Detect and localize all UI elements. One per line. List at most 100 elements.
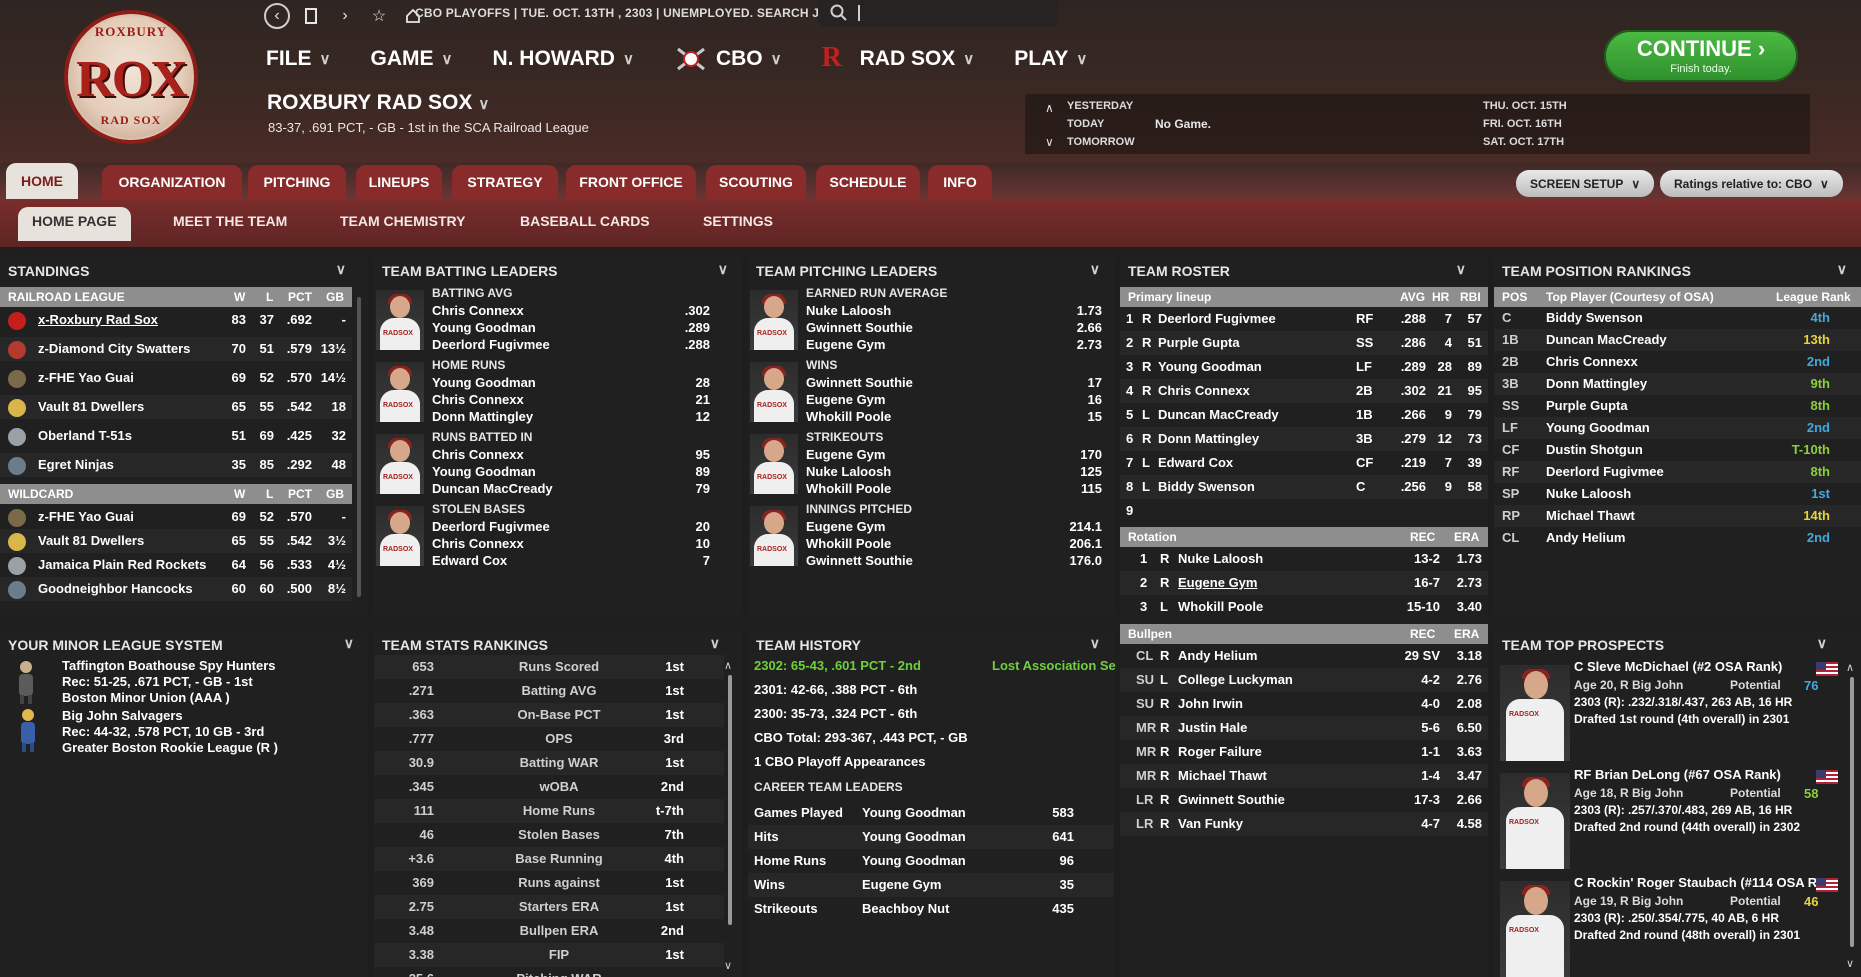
prospect-name[interactable]: RF Brian DeLong (#67 OSA Rank)	[1574, 767, 1781, 782]
tab-info[interactable]: INFO	[928, 165, 992, 199]
stat-row[interactable]: 2.75 Starters ERA 1st	[374, 895, 724, 919]
scroll-up-icon[interactable]: ∧	[1846, 661, 1854, 674]
career-row[interactable]: Games Played Young Goodman 583	[748, 801, 1114, 825]
position-row[interactable]: RP Michael Thawt 14th	[1494, 505, 1861, 527]
stat-row[interactable]: 3.38 FIP 1st	[374, 943, 724, 967]
rotation-row[interactable]: 2 R Eugene Gym 16-7 2.73	[1120, 571, 1488, 595]
standings-row[interactable]: Goodneighbor Hancocks 60 60 .500 8½	[0, 577, 352, 601]
back-icon[interactable]: ‹	[264, 3, 290, 29]
continue-button[interactable]: CONTINUE › Finish today.	[1604, 30, 1798, 82]
history-line[interactable]: 2301: 42-66, .388 PCT - 6th	[754, 682, 917, 697]
leader-name[interactable]: Whokill Poole	[806, 409, 891, 424]
standings-row[interactable]: Vault 81 Dwellers 65 55 .542 3½	[0, 529, 352, 553]
rotation-row[interactable]: 3 L Whokill Poole 15-10 3.40	[1120, 595, 1488, 619]
top-player[interactable]: Chris Connexx	[1546, 354, 1638, 369]
leader-name[interactable]: Chris Connexx	[432, 303, 524, 318]
leader-name[interactable]: Young Goodman	[432, 375, 536, 390]
position-row[interactable]: C Biddy Swenson 4th	[1494, 307, 1861, 329]
tab-pitching[interactable]: PITCHING	[248, 165, 346, 199]
player-name[interactable]: Roger Failure	[1178, 744, 1262, 759]
menu-manager[interactable]: N. HOWARD ∨	[492, 47, 633, 71]
lineup-row[interactable]: 9	[1120, 499, 1488, 523]
position-row[interactable]: 3B Donn Mattingley 9th	[1494, 373, 1861, 395]
player-name[interactable]: Donn Mattingley	[1158, 431, 1259, 446]
chevron-down-icon[interactable]: ∨	[1045, 135, 1054, 149]
bullpen-row[interactable]: SU R John Irwin 4-0 2.08	[1120, 692, 1488, 716]
leader-name[interactable]: Gwinnett Southie	[806, 553, 913, 568]
scrollbar[interactable]	[1850, 677, 1854, 947]
position-row[interactable]: CF Dustin Shotgun T-10th	[1494, 439, 1861, 461]
position-row[interactable]: 1B Duncan MacCready 13th	[1494, 329, 1861, 351]
breadcrumb[interactable]: CBO PLAYOFFS | TUE. OCT. 13TH , 2303 | U…	[415, 6, 856, 20]
menu-team[interactable]: R RAD SOX ∨	[822, 44, 975, 74]
leader-name[interactable]: Young Goodman	[432, 320, 536, 335]
subtab-meet-the-team[interactable]: MEET THE TEAM	[173, 213, 287, 229]
team-logo[interactable]: ROXBURY ROX RAD SOX	[64, 10, 198, 144]
leader-category[interactable]: STOLEN BASES Deerlord Fugivmee 20 Chris Con…	[374, 500, 742, 570]
lineup-row[interactable]: 7 L Edward Cox CF .219 7 39	[1120, 451, 1488, 475]
stat-row[interactable]: .777 OPS 3rd	[374, 727, 724, 751]
leader-category[interactable]: RUNS BATTED IN Chris Connexx 95 Young Goodm…	[374, 428, 742, 498]
subtab-home-page[interactable]: HOME PAGE	[18, 207, 131, 241]
prospect-name[interactable]: C Rockin' Roger Staubach (#114 OSA R	[1574, 875, 1817, 890]
career-row[interactable]: Hits Young Goodman 641	[748, 825, 1114, 849]
subtab-baseball-cards[interactable]: BASEBALL CARDS	[520, 213, 650, 229]
standings-row[interactable]: Vault 81 Dwellers 65 55 .542 18	[0, 395, 352, 419]
player-name[interactable]: John Irwin	[1178, 696, 1243, 711]
chevron-down-icon[interactable]: ∨	[1837, 261, 1847, 278]
career-row[interactable]: Home Runs Young Goodman 96	[748, 849, 1114, 873]
forward-icon[interactable]: ›	[332, 3, 358, 29]
player-name[interactable]: Biddy Swenson	[1158, 479, 1255, 494]
leader-name[interactable]: Eugene Gym	[806, 337, 885, 352]
chevron-down-icon[interactable]: ∨	[1090, 635, 1100, 652]
history-line[interactable]: 2300: 35-73, .324 PCT - 6th	[754, 706, 917, 721]
leader-name[interactable]: Chris Connexx	[432, 392, 524, 407]
top-player[interactable]: Donn Mattingley	[1546, 376, 1647, 391]
tab-front-office[interactable]: FRONT OFFICE	[566, 165, 696, 199]
lineup-row[interactable]: 2 R Purple Gupta SS .286 4 51	[1120, 331, 1488, 355]
leader-name[interactable]: Chris Connexx	[432, 447, 524, 462]
player-name[interactable]: Edward Cox	[1158, 455, 1233, 470]
top-player[interactable]: Dustin Shotgun	[1546, 442, 1643, 457]
subtab-settings[interactable]: SETTINGS	[703, 213, 773, 229]
chevron-down-icon[interactable]: ∨	[718, 261, 728, 278]
scroll-down-icon[interactable]: ∨	[1846, 957, 1854, 970]
leader-name[interactable]: Young Goodman	[432, 464, 536, 479]
standings-row[interactable]: x-Roxbury Rad Sox 83 37 .692 -	[0, 308, 352, 332]
stat-row[interactable]: .363 On-Base PCT 1st	[374, 703, 724, 727]
position-row[interactable]: CL Andy Helium 2nd	[1494, 527, 1861, 549]
stat-row[interactable]: 30.9 Batting WAR 1st	[374, 751, 724, 775]
leader-category[interactable]: INNINGS PITCHED Eugene Gym 214.1 Whokill Po…	[748, 500, 1114, 570]
star-icon[interactable]: ☆	[366, 3, 392, 29]
leader-name[interactable]: Deerlord Fugivmee	[432, 519, 550, 534]
stat-row[interactable]: .271 Batting AVG 1st	[374, 679, 724, 703]
tab-schedule[interactable]: SCHEDULE	[816, 165, 920, 199]
leader-name[interactable]: Deerlord Fugivmee	[432, 337, 550, 352]
scroll-down-icon[interactable]: ∨	[724, 959, 732, 972]
bullpen-row[interactable]: MR R Michael Thawt 1-4 3.47	[1120, 764, 1488, 788]
chevron-down-icon[interactable]: ∨	[344, 635, 354, 652]
top-player[interactable]: Michael Thawt	[1546, 508, 1635, 523]
standings-row[interactable]: z-FHE Yao Guai 69 52 .570 -	[0, 505, 352, 529]
leader-name[interactable]: Eugene Gym	[806, 392, 885, 407]
prospect-card[interactable]: RF Brian DeLong (#67 OSA Rank) Age 18, R …	[1494, 767, 1846, 873]
leader-category[interactable]: EARNED RUN AVERAGE Nuke Laloosh 1.73 Gwinne…	[748, 284, 1114, 354]
tab-lineups[interactable]: LINEUPS	[356, 165, 442, 199]
leader-name[interactable]: Duncan MacCready	[432, 481, 553, 496]
leader-name[interactable]: Gwinnett Southie	[806, 375, 913, 390]
chevron-down-icon[interactable]: ∨	[710, 635, 720, 652]
player-name[interactable]: Young Goodman	[1158, 359, 1262, 374]
position-row[interactable]: 2B Chris Connexx 2nd	[1494, 351, 1861, 373]
position-row[interactable]: SS Purple Gupta 8th	[1494, 395, 1861, 417]
menu-play[interactable]: PLAY ∨	[1014, 47, 1087, 71]
bullpen-row[interactable]: LR R Gwinnett Southie 17-3 2.66	[1120, 788, 1488, 812]
subtab-team-chemistry[interactable]: TEAM CHEMISTRY	[340, 213, 465, 229]
lineup-row[interactable]: 8 L Biddy Swenson C .256 9 58	[1120, 475, 1488, 499]
player-name[interactable]: Purple Gupta	[1158, 335, 1240, 350]
lineup-row[interactable]: 6 R Donn Mattingley 3B .279 12 73	[1120, 427, 1488, 451]
prospect-card[interactable]: C Sleve McDichael (#2 OSA Rank) Age 20, R…	[1494, 659, 1846, 765]
menu-cbo[interactable]: CBO ∨	[674, 45, 782, 73]
bullpen-row[interactable]: LR R Van Funky 4-7 4.58	[1120, 812, 1488, 836]
chevron-down-icon[interactable]: ∨	[1456, 261, 1466, 278]
player-name[interactable]: Nuke Laloosh	[1178, 551, 1263, 566]
